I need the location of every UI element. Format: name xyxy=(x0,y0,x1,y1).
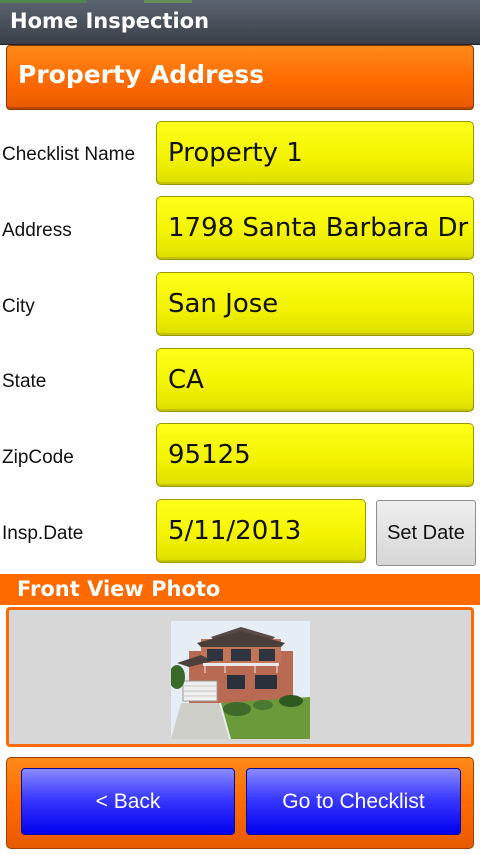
checklist-name-label: Checklist Name xyxy=(2,144,136,165)
state-label: State xyxy=(2,371,47,392)
insp-date-field[interactable]: 5/11/2013 xyxy=(156,499,366,563)
section-header: Property Address xyxy=(6,45,474,110)
status-strip xyxy=(0,0,480,3)
photo-section-title: Front View Photo xyxy=(17,577,221,601)
zipcode-field[interactable]: 95125 xyxy=(156,423,474,487)
checklist-name-field[interactable]: Property 1 xyxy=(156,121,474,185)
front-view-photo[interactable] xyxy=(171,621,310,739)
app-title: Home Inspection xyxy=(10,9,210,33)
zipcode-label: ZipCode xyxy=(2,447,74,468)
address-field[interactable]: 1798 Santa Barbara Dr xyxy=(156,196,474,260)
section-title: Property Address xyxy=(18,60,265,89)
insp-date-label: Insp.Date xyxy=(2,523,84,544)
state-field[interactable]: CA xyxy=(156,348,474,412)
back-button[interactable]: < Back xyxy=(21,768,235,835)
app-titlebar: Home Inspection xyxy=(0,0,480,45)
address-label: Address xyxy=(2,220,72,241)
city-label: City xyxy=(2,296,35,317)
house-image xyxy=(171,621,310,739)
city-field[interactable]: San Jose xyxy=(156,272,474,336)
go-to-checklist-button[interactable]: Go to Checklist xyxy=(246,768,461,835)
photo-section-header: Front View Photo xyxy=(0,574,480,605)
set-date-button[interactable]: Set Date xyxy=(376,500,476,566)
